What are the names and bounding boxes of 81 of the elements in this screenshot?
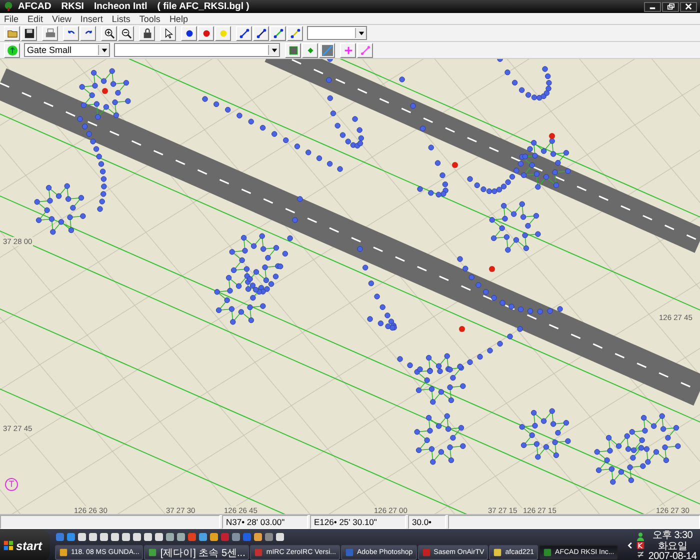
menu-item[interactable]: Edit <box>28 14 44 24</box>
lock-icon <box>142 28 152 38</box>
diagonal-line-icon <box>322 44 332 56</box>
pointer-icon <box>162 28 174 38</box>
plus-icon <box>342 44 354 56</box>
caret-icon <box>270 46 278 54</box>
select-button[interactable] <box>160 26 176 40</box>
link-button[interactable] <box>270 26 286 40</box>
menu-item[interactable]: View <box>52 14 72 24</box>
taskbar-button[interactable]: [제다이] 초속 5센... <box>144 545 250 560</box>
zoom-in-button[interactable] <box>101 26 117 40</box>
dot-icon <box>200 28 212 38</box>
menu-item[interactable]: Help <box>169 14 188 24</box>
menu-item[interactable]: File <box>4 14 19 24</box>
keyboard-icon[interactable] <box>636 550 645 559</box>
dot-icon <box>218 28 228 38</box>
close-button[interactable] <box>680 2 697 12</box>
app-icon <box>543 548 552 557</box>
menu-item[interactable]: Insert <box>80 14 103 24</box>
add-button[interactable] <box>4 42 20 58</box>
restore-icon <box>666 3 675 10</box>
link-button[interactable] <box>287 26 303 40</box>
up-arrow-icon <box>6 44 18 56</box>
print-button[interactable] <box>42 26 58 40</box>
square-icon <box>288 44 298 56</box>
latitude-readout: N37• 28' 03.00" <box>222 515 308 529</box>
dot-icon <box>184 28 194 38</box>
shield-icon[interactable] <box>636 541 645 550</box>
node-button[interactable] <box>198 26 214 40</box>
line-icon <box>360 44 370 56</box>
zoom-out-icon <box>120 28 132 38</box>
windows-logo-icon <box>3 540 14 551</box>
dropdown-field[interactable] <box>114 43 280 57</box>
caret-icon <box>100 46 108 54</box>
caret-icon <box>358 30 364 36</box>
undo-button[interactable] <box>63 26 79 40</box>
line-icon <box>256 28 266 38</box>
zoom-in-icon <box>104 28 114 38</box>
zoom-out-button[interactable] <box>118 26 134 40</box>
open-button[interactable] <box>4 26 20 40</box>
floppy-icon <box>24 28 34 38</box>
node-button[interactable] <box>181 26 197 40</box>
line-icon <box>238 28 250 38</box>
tree-icon <box>3 1 14 12</box>
zoom-readout: 30.0• <box>408 515 446 529</box>
boundary-button[interactable] <box>285 42 301 58</box>
link-button[interactable] <box>253 26 269 40</box>
user-icon[interactable] <box>636 532 645 541</box>
window-title: AFCAD <box>18 1 52 12</box>
longitude-readout: E126• 25' 30.10" <box>310 515 406 529</box>
line-icon <box>272 28 284 38</box>
marker: T <box>5 478 18 491</box>
vertex-button[interactable] <box>302 42 318 58</box>
link-button[interactable] <box>236 26 252 40</box>
chevron-icon[interactable] <box>626 541 635 550</box>
clock-date: 2007-08-14 <box>648 552 697 560</box>
clock-time: 오후 3:30 <box>652 531 693 542</box>
folder-icon <box>6 28 18 38</box>
clock-day: 화요일 <box>658 542 688 552</box>
close-icon <box>684 3 693 10</box>
app-icon <box>422 548 431 557</box>
add-point-button[interactable] <box>340 42 356 58</box>
node-button[interactable] <box>215 26 231 40</box>
start-button[interactable]: start <box>0 529 50 560</box>
window-title: ( file AFC_RKSI.bgl ) <box>157 1 250 12</box>
window-title: RKSI <box>61 1 84 12</box>
minimize-button[interactable] <box>644 2 661 12</box>
line-icon <box>290 28 300 38</box>
app-icon <box>344 548 354 557</box>
runway-button[interactable] <box>319 42 335 58</box>
menu-item[interactable]: Lists <box>112 14 130 24</box>
restore-button[interactable] <box>662 2 679 12</box>
window-title: Incheon Intl <box>94 1 148 12</box>
save-button[interactable] <box>21 26 37 40</box>
menu-item[interactable]: Tools <box>139 14 160 24</box>
lock-button[interactable] <box>139 26 155 40</box>
object-type-dropdown[interactable]: Gate Small <box>24 43 110 57</box>
redo-button[interactable] <box>80 26 96 40</box>
dropdown-field[interactable] <box>307 26 367 40</box>
app-icon <box>493 548 502 557</box>
printer-icon <box>44 28 56 38</box>
